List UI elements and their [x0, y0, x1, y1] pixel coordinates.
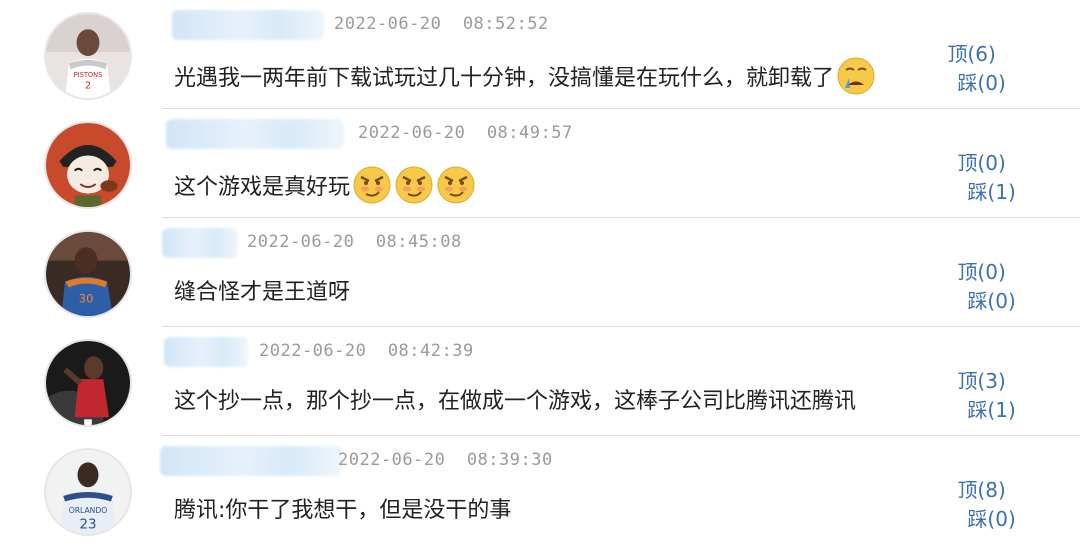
comment-text-row: 这个游戏是真好玩: [174, 165, 476, 205]
comment-timestamp: 2022-06-20 08:45:08: [247, 232, 462, 252]
upvote-link[interactable]: 顶(3): [957, 369, 1005, 393]
avatar[interactable]: PISTONS 2: [44, 12, 132, 100]
username-blurred: [164, 337, 248, 367]
username-blurred: [160, 446, 342, 476]
comment-item: 30 2022-06-20 08:45:08 顶(0) 踩(0) 缝合怪才是王道…: [0, 218, 1080, 327]
username-blurred: [162, 228, 238, 258]
avatar[interactable]: ORLANDO 23: [44, 448, 132, 536]
smirk-emoji-icon: [352, 165, 392, 205]
downvote-link[interactable]: 踩(0): [967, 289, 1015, 313]
downvote-link[interactable]: 踩(1): [967, 180, 1015, 204]
svg-text:ORLANDO: ORLANDO: [69, 506, 108, 515]
svg-text:2: 2: [85, 80, 91, 91]
comment-text-row: 腾讯:你干了我想干，但是没干的事: [174, 492, 511, 524]
vote-controls: 顶(8) 踩(0): [930, 450, 1015, 556]
upvote-link[interactable]: 顶(8): [957, 478, 1005, 502]
comment-text-row: 这个抄一点，那个抄一点，在做成一个游戏，这棒子公司比腾讯还腾讯: [174, 383, 856, 415]
vote-controls: 顶(6) 踩(0): [920, 14, 1005, 120]
comment-item: ORLANDO 23 2022-06-20 08:39:30 顶(8) 踩(0)…: [0, 436, 1080, 536]
downvote-link[interactable]: 踩(0): [957, 71, 1005, 95]
svg-text:PISTONS: PISTONS: [74, 71, 103, 79]
comment-timestamp: 2022-06-20 08:42:39: [259, 341, 474, 361]
svg-text:23: 23: [80, 517, 97, 532]
upvote-link[interactable]: 顶(0): [957, 260, 1005, 284]
comment-text: 这个游戏是真好玩: [174, 175, 351, 200]
comment-text: 腾讯:你干了我想干，但是没干的事: [174, 498, 512, 523]
comment-text: 光遇我一两年前下载试玩过几十分钟，没搞懂是在玩什么，就卸载了: [174, 66, 835, 91]
svg-text:30: 30: [79, 292, 94, 306]
upvote-link[interactable]: 顶(6): [947, 42, 995, 66]
upvote-link[interactable]: 顶(0): [957, 151, 1005, 175]
comment-timestamp: 2022-06-20 08:52:52: [334, 14, 549, 34]
smirk-emoji-icon: [394, 165, 434, 205]
comment-timestamp: 2022-06-20 08:39:30: [338, 450, 553, 470]
vote-controls: 顶(0) 踩(1): [930, 123, 1015, 229]
comment-text: 缝合怪才是王道呀: [174, 280, 351, 305]
avatar[interactable]: [44, 339, 132, 427]
comment-text: 这个抄一点，那个抄一点，在做成一个游戏，这棒子公司比腾讯还腾讯: [174, 389, 857, 414]
comment-text-row: 光遇我一两年前下载试玩过几十分钟，没搞懂是在玩什么，就卸载了: [174, 56, 876, 96]
avatar[interactable]: [44, 121, 132, 209]
username-blurred: [172, 10, 324, 40]
avatar[interactable]: 30: [44, 230, 132, 318]
comment-text-row: 缝合怪才是王道呀: [174, 274, 350, 306]
crying-emoji-icon: [836, 56, 876, 96]
username-blurred: [166, 119, 344, 149]
comment-item: PISTONS 2 2022-06-20 08:52:52 顶(6) 踩(0) …: [0, 0, 1080, 109]
comment-timestamp: 2022-06-20 08:49:57: [358, 123, 573, 143]
vote-controls: 顶(0) 踩(0): [930, 232, 1015, 338]
downvote-link[interactable]: 踩(1): [967, 398, 1015, 422]
comment-item: 2022-06-20 08:49:57 顶(0) 踩(1) 这个游戏是真好玩: [0, 109, 1080, 218]
downvote-link[interactable]: 踩(0): [967, 507, 1015, 531]
smirk-emoji-icon: [436, 165, 476, 205]
comment-item: 2022-06-20 08:42:39 顶(3) 踩(1) 这个抄一点，那个抄一…: [0, 327, 1080, 436]
vote-controls: 顶(3) 踩(1): [930, 341, 1015, 447]
